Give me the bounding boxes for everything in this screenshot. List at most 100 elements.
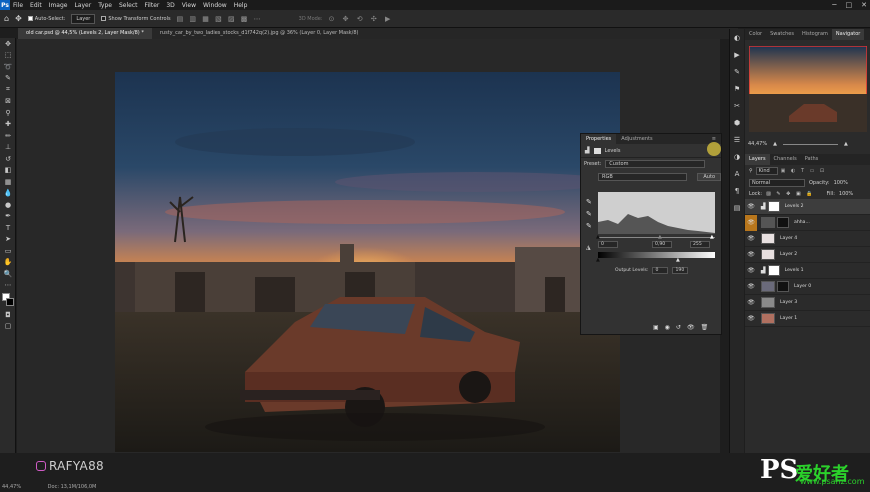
- clone-source-icon[interactable]: ⚑: [730, 80, 744, 97]
- layer-row[interactable]: 👁 Layer 4: [745, 231, 870, 247]
- photoshop-logo-icon[interactable]: Ps: [0, 0, 10, 10]
- brush-tool-icon[interactable]: ✏: [0, 130, 16, 142]
- view-previous-icon[interactable]: ◉: [665, 324, 670, 331]
- quick-select-tool-icon[interactable]: ✎: [0, 73, 16, 85]
- visibility-icon[interactable]: 👁: [745, 235, 757, 242]
- visibility-icon[interactable]: 👁: [745, 214, 757, 231]
- layer-thumbnail[interactable]: [761, 217, 775, 228]
- 3d-icon[interactable]: ⬢: [730, 114, 744, 131]
- menu-view[interactable]: View: [182, 2, 196, 9]
- layer-row[interactable]: 👁 Layer 3: [745, 295, 870, 311]
- kind-dropdown[interactable]: Kind: [755, 167, 778, 175]
- visibility-icon[interactable]: 👁: [745, 251, 757, 258]
- clip-to-layer-icon[interactable]: ▣: [653, 324, 659, 331]
- zoom-slider[interactable]: [782, 143, 838, 145]
- output-slider[interactable]: ▲ ▲: [596, 257, 715, 263]
- adjustments-icon[interactable]: ◑: [730, 148, 744, 165]
- layer-row[interactable]: 👁 ▟ Levels 1: [745, 263, 870, 279]
- menu-select[interactable]: Select: [119, 2, 138, 9]
- zoom-in-icon[interactable]: ▲: [844, 141, 848, 147]
- pen-tool-icon[interactable]: ✒: [0, 211, 16, 223]
- layer-thumbnail[interactable]: [761, 233, 775, 244]
- layer-row[interactable]: 👁 Layer 0: [745, 279, 870, 295]
- close-icon[interactable]: ✕: [861, 1, 867, 9]
- fill-field[interactable]: 100%: [839, 191, 853, 197]
- marquee-tool-icon[interactable]: ⬚: [0, 50, 16, 62]
- layer-row[interactable]: 👁 Layer 2: [745, 247, 870, 263]
- move-tool-icon[interactable]: ✥: [15, 14, 22, 23]
- eyedropper-tool-icon[interactable]: ⚲: [0, 107, 16, 119]
- input-mid-field[interactable]: 0,90: [652, 241, 672, 248]
- gradient-tool-icon[interactable]: ▦: [0, 176, 16, 188]
- align-icons[interactable]: ▤ ▥ ▦ ▧ ▨ ▩ ⋯: [177, 15, 263, 23]
- layer-row[interactable]: 👁 ▟ Levels 2: [745, 199, 870, 215]
- tab-paths[interactable]: Paths: [801, 154, 823, 165]
- zoom-value[interactable]: 44,47%: [748, 141, 767, 147]
- layer-row[interactable]: 👁 ahha...: [745, 214, 870, 231]
- layer-mask-thumbnail[interactable]: [767, 201, 780, 212]
- input-white-field[interactable]: 255: [690, 241, 710, 248]
- type-tool-icon[interactable]: T: [0, 222, 16, 234]
- tab-layers[interactable]: Layers: [745, 154, 770, 165]
- visibility-icon[interactable]: 👁: [745, 315, 757, 322]
- input-black-field[interactable]: 0: [598, 241, 618, 248]
- output-black-field[interactable]: 0: [652, 267, 669, 274]
- shape-tool-icon[interactable]: ▭: [0, 245, 16, 257]
- eraser-tool-icon[interactable]: ◧: [0, 165, 16, 177]
- lock-icons[interactable]: ▨ ✎ ✥ ▣ 🔒: [766, 191, 814, 197]
- blur-tool-icon[interactable]: 💧: [0, 188, 16, 200]
- paragraph-icon[interactable]: ¶: [730, 182, 744, 199]
- zoom-tool-icon[interactable]: 🔍: [0, 268, 16, 280]
- tab-histogram[interactable]: Histogram: [798, 29, 832, 40]
- visibility-icon[interactable]: 👁: [745, 203, 757, 210]
- clipping-warning-icon[interactable]: ◮: [586, 244, 591, 251]
- tool-presets-icon[interactable]: ✂: [730, 97, 744, 114]
- search-icon[interactable]: ⚲: [749, 168, 753, 174]
- status-zoom[interactable]: 44,47%: [2, 484, 21, 490]
- libraries-icon[interactable]: ▤: [730, 199, 744, 216]
- layer-thumbnail[interactable]: [761, 281, 775, 292]
- preset-dropdown[interactable]: Custom: [605, 160, 706, 168]
- document-image[interactable]: [115, 72, 620, 452]
- auto-button[interactable]: Auto: [697, 173, 721, 181]
- brush-settings-icon[interactable]: ✎: [730, 63, 744, 80]
- mask-icon[interactable]: [593, 147, 601, 154]
- stamp-tool-icon[interactable]: ⊥: [0, 142, 16, 154]
- quick-mask-icon[interactable]: ◘: [0, 309, 16, 321]
- path-select-tool-icon[interactable]: ➤: [0, 234, 16, 246]
- visibility-icon[interactable]: 👁: [745, 283, 757, 290]
- input-slider[interactable]: ▲ ▲ ▲: [596, 234, 715, 240]
- menu-type[interactable]: Type: [98, 2, 112, 9]
- history-icon[interactable]: ◐: [730, 29, 744, 46]
- transform-controls-checkbox[interactable]: Show Transform Controls: [101, 15, 171, 22]
- screen-mode-icon[interactable]: ▢: [0, 321, 16, 333]
- menu-file[interactable]: File: [13, 2, 23, 9]
- menu-image[interactable]: Image: [49, 2, 68, 9]
- lasso-tool-icon[interactable]: ➰: [0, 61, 16, 73]
- 3d-tools-icons[interactable]: ⊙ ✥ ⟲ ✣ ▶: [329, 15, 394, 23]
- menu-help[interactable]: Help: [234, 2, 248, 9]
- visibility-icon[interactable]: 👁: [745, 299, 757, 306]
- layer-mask-thumbnail[interactable]: [777, 217, 789, 228]
- healing-tool-icon[interactable]: ✚: [0, 119, 16, 131]
- layer-thumbnail[interactable]: [761, 249, 775, 260]
- white-eyedropper-icon[interactable]: ✎: [586, 220, 592, 232]
- dodge-tool-icon[interactable]: ●: [0, 199, 16, 211]
- frame-tool-icon[interactable]: ⊠: [0, 96, 16, 108]
- channel-dropdown[interactable]: RGB: [598, 173, 688, 181]
- character-icon[interactable]: A: [730, 165, 744, 182]
- layer-dropdown[interactable]: Layer: [71, 13, 96, 24]
- menu-layer[interactable]: Layer: [74, 2, 91, 9]
- color-swatches[interactable]: [0, 291, 15, 309]
- menu-edit[interactable]: Edit: [30, 2, 42, 9]
- zoom-out-icon[interactable]: ▲: [773, 141, 777, 147]
- tab-old-car[interactable]: old car.psd @ 44,5% (Levels 2, Layer Mas…: [18, 28, 152, 39]
- tab-swatches[interactable]: Swatches: [766, 29, 798, 40]
- layer-thumbnail[interactable]: [761, 313, 775, 324]
- menu-3d[interactable]: 3D: [166, 2, 174, 9]
- more-tools-icon[interactable]: ⋯: [0, 280, 16, 292]
- actions-icon[interactable]: ▶: [730, 46, 744, 63]
- menu-filter[interactable]: Filter: [145, 2, 160, 9]
- home-icon[interactable]: ⌂: [4, 14, 9, 23]
- navigator-view[interactable]: [745, 40, 870, 138]
